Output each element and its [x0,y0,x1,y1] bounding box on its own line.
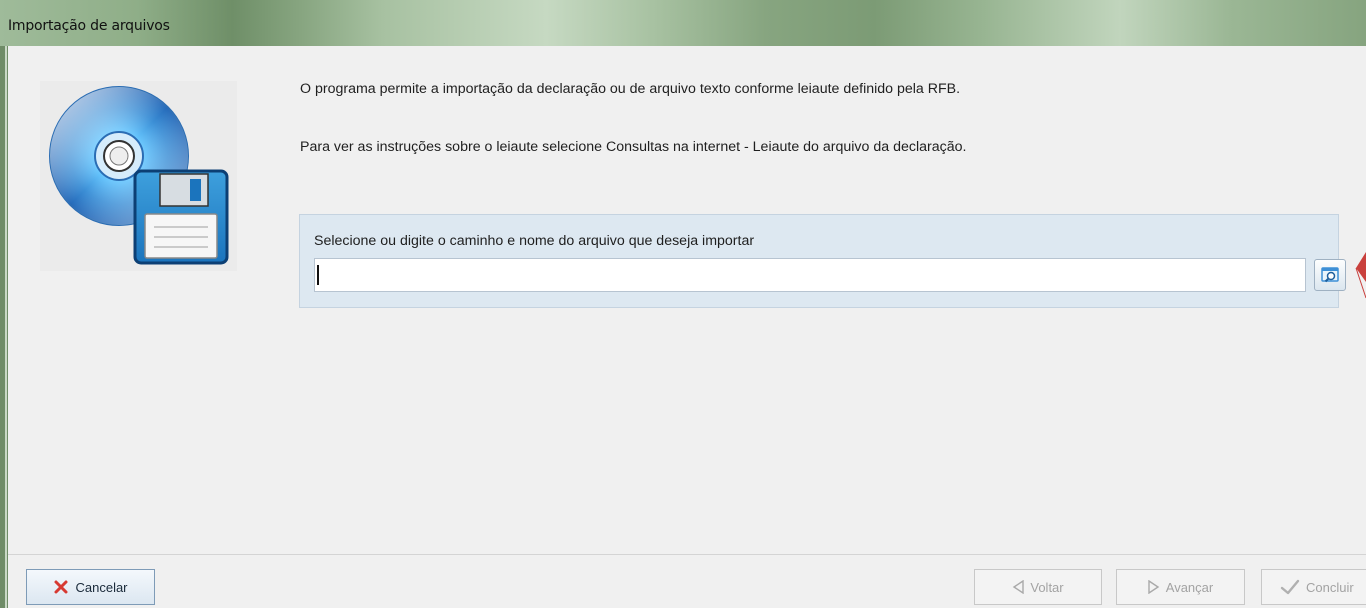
intro-text-2: Para ver as instruções sobre o leiaute s… [300,139,967,155]
back-label: Voltar [1030,579,1064,595]
file-selector-panel: Selecione ou digite o caminho e nome do … [299,214,1346,308]
file-selector-label: Selecione ou digite o caminho e nome do … [314,233,755,249]
window-title: Importação de arquivos [8,18,170,34]
file-path-input[interactable] [314,258,1306,292]
cd-floppy-icon [40,81,237,271]
red-x-icon [54,580,68,594]
finish-label: Concluir [1306,579,1354,595]
text-caret [317,265,319,285]
cancel-label: Cancelar [75,579,128,595]
browse-file-button[interactable] [1314,259,1346,291]
intro-text-1: O programa permite a importação da decla… [300,81,961,97]
checkmark-icon [1280,579,1300,595]
back-button[interactable]: Voltar [974,569,1102,605]
triangle-left-icon [1013,580,1025,594]
next-label: Avançar [1165,579,1214,595]
footer-separator [8,554,1366,555]
triangle-right-icon [1148,580,1160,594]
red-pointer-marker [1352,250,1366,300]
next-button[interactable]: Avançar [1116,569,1245,605]
finish-button[interactable]: Concluir [1261,569,1366,605]
window-titlebar: Importação de arquivos [0,0,1366,47]
cancel-button[interactable]: Cancelar [26,569,155,605]
magnifier-window-icon [1321,267,1339,283]
